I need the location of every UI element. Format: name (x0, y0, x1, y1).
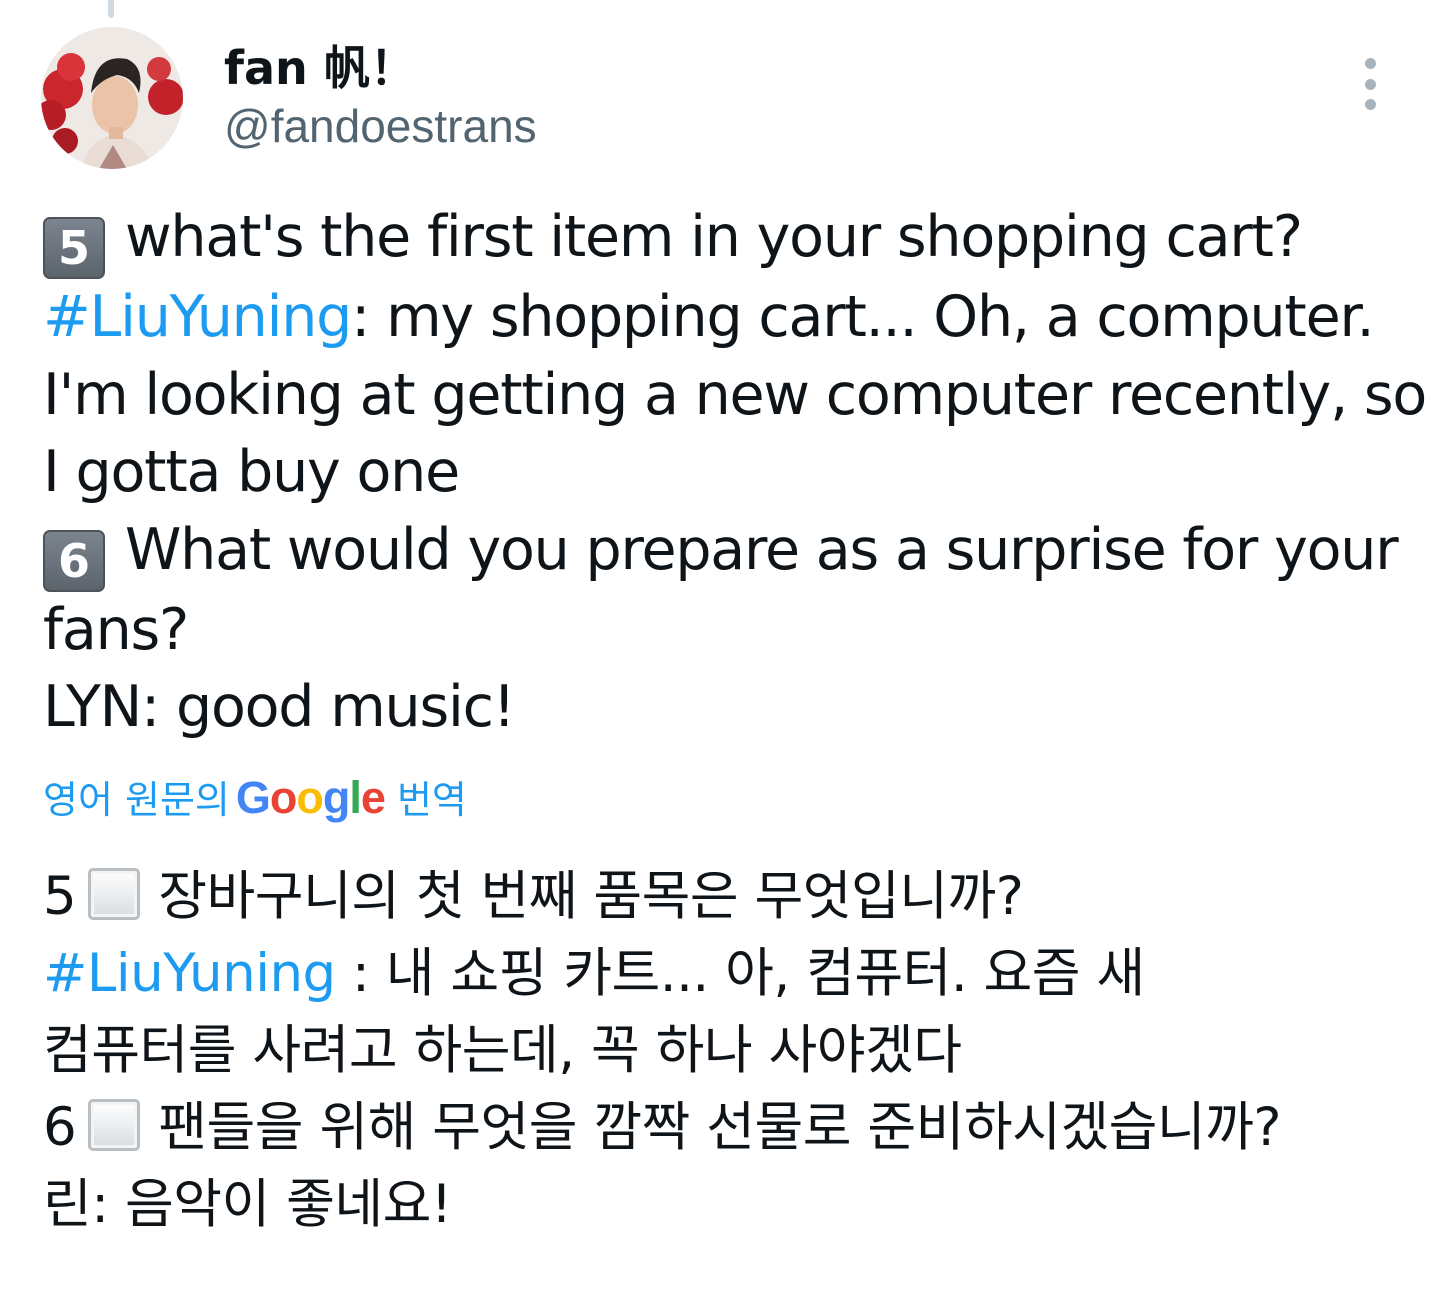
tweet-text: 5 what's the first item in your shopping … (43, 199, 1427, 747)
hashtag-link[interactable]: #LiuYuning (43, 943, 336, 1004)
translation-line: #LiuYuning : 내 쇼핑 카트... 아, 컴퓨터. 요즘 새 (43, 935, 1423, 1012)
question-5-text: what's the first item in your shopping c… (125, 204, 1303, 270)
more-vertical-icon (1364, 58, 1376, 69)
tweet-line: 5 what's the first item in your shopping … (43, 199, 1423, 279)
answer-5-text: : my shopping cart... Oh, a computer. (351, 284, 1374, 350)
more-vertical-icon-dot (1364, 99, 1376, 110)
keycap-6-icon: 6 (43, 529, 105, 592)
white-square-icon (88, 1099, 141, 1151)
translation-question-6: 팬들을 위해 무엇을 깜짝 선물로 준비하시겠습니까? (158, 1097, 1282, 1158)
thread-connector-line (108, 0, 114, 18)
more-options-button[interactable] (1350, 58, 1390, 110)
keycap-5-icon: 5 (43, 217, 105, 279)
translation-answer-5: : 내 쇼핑 카트... 아, 컴퓨터. 요즘 새 (335, 943, 1145, 1004)
google-logo: Google (235, 772, 386, 823)
author-handle[interactable]: @fandoestrans (224, 98, 537, 154)
translate-suffix: 번역 (396, 778, 467, 822)
translate-prefix: 영어 원문의 (43, 778, 230, 822)
translation-number-5: 5 (43, 866, 77, 927)
translate-attribution[interactable]: 영어 원문의 Google 번역 (43, 770, 467, 828)
avatar-image (41, 27, 183, 169)
translation-line: 컴퓨터를 사려고 하는데, 꼭 하나 사야겠다 (43, 1020, 962, 1081)
translation-line: 5 장바구니의 첫 번째 품목은 무엇입니까? (43, 858, 1423, 935)
tweet-line: I gotta buy one (43, 439, 460, 505)
answer-6-text: LYN: good music! (43, 674, 516, 740)
tweet-line: 6 What would you prepare as a surprise fo… (43, 512, 1423, 592)
more-vertical-icon-dot (1364, 78, 1376, 90)
translation-number-6: 6 (43, 1097, 77, 1158)
translated-text: 5 장바구니의 첫 번째 품목은 무엇입니까? #LiuYuning : 내 쇼핑… (43, 858, 1423, 1243)
hashtag-link[interactable]: #LiuYuning (43, 284, 352, 350)
translation-question-5: 장바구니의 첫 번째 품목은 무엇입니까? (158, 866, 1024, 927)
translation-line: 6 팬들을 위해 무엇을 깜짝 선물로 준비하시겠습니까? (43, 1089, 1423, 1166)
avatar[interactable] (41, 27, 183, 169)
white-square-icon (88, 868, 141, 920)
question-6-text: What would you prepare as a surprise for… (125, 516, 1399, 583)
tweet-line: I'm looking at getting a new computer re… (43, 361, 1427, 428)
translation-answer-6: 린: 음악이 좋네요! (43, 1174, 452, 1235)
author-display-name[interactable]: fan 帆！ (224, 40, 416, 96)
tweet-line: fans? (43, 596, 189, 663)
tweet-line: #LiuYuning: my shopping cart... Oh, a co… (43, 279, 1423, 357)
